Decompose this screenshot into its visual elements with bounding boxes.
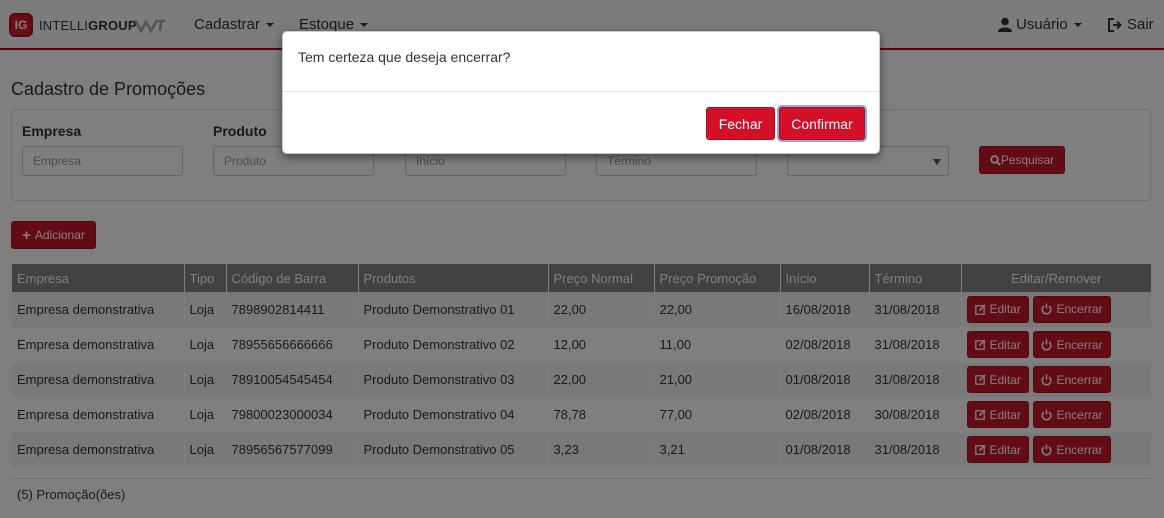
confirm-button[interactable]: Confirmar [779,107,865,140]
close-button[interactable]: Fechar [706,107,775,140]
dialog-footer: Fechar Confirmar [706,107,865,140]
dialog-message: Tem certeza que deseja encerrar? [283,32,879,92]
confirm-dialog: Tem certeza que deseja encerrar? Fechar … [282,31,880,154]
